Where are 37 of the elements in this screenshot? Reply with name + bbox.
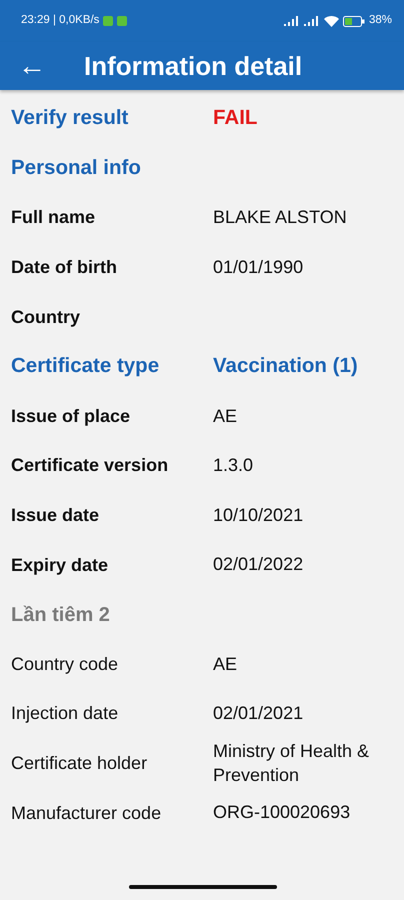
section-heading: Certificate type: [11, 353, 160, 380]
field-label: Full name: [11, 206, 96, 230]
signal-icon: [304, 16, 320, 26]
field-label: Injection date: [11, 702, 120, 726]
field-value: 02/01/2022: [213, 553, 304, 576]
section-heading: Personal info: [11, 155, 141, 182]
field-label: Date of birth: [11, 256, 118, 280]
battery-icon: [342, 16, 365, 26]
field-value: 02/01/2021: [213, 702, 304, 726]
field-label: Country code: [11, 652, 120, 676]
field-label: Issue date: [11, 504, 100, 528]
field-value: AE: [213, 652, 238, 676]
screen-title: Information detail: [84, 50, 302, 82]
field-value: Vaccination (1): [213, 353, 359, 380]
wifi-icon: [324, 16, 339, 26]
status-text: 23:29 | 0,0KB/s: [21, 13, 100, 28]
battery-text: 38%: [368, 13, 392, 28]
section-heading: Lần tiêm 2: [11, 602, 110, 628]
field-value: 10/10/2021: [213, 504, 304, 527]
field-label: Certificate holder: [11, 752, 148, 776]
field-label: Country: [11, 306, 81, 329]
field-value: 1.3.0: [213, 454, 254, 478]
field-label: Verify result: [11, 105, 130, 132]
back-button[interactable]: ←: [18, 52, 46, 80]
field-value: ORG-100020693: [213, 801, 352, 824]
field-label: Manufacturer code: [11, 802, 162, 825]
field-value: Ministry of Health & Prevention: [213, 740, 370, 787]
field-label: Issue of place: [11, 404, 132, 428]
signal-icon: [284, 16, 300, 26]
result-status: FAIL: [213, 105, 258, 132]
field-value: BLAKE ALSTON: [213, 206, 348, 230]
field-value: 01/01/1990: [213, 256, 304, 279]
field-label: Expiry date: [11, 554, 110, 577]
notification-icon: [103, 16, 114, 26]
field-label: Certificate version: [11, 454, 170, 478]
field-value: AE: [213, 404, 238, 428]
notification-icon: [117, 16, 128, 26]
